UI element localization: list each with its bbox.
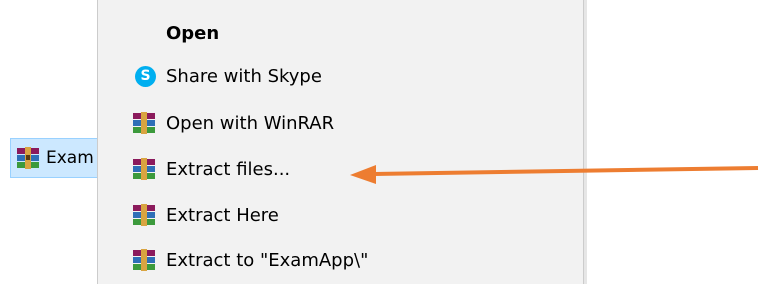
menu-item-extract-here[interactable]: Extract Here — [98, 193, 583, 237]
screenshot-stage: Exam Open S Share with Skype Open with W… — [0, 0, 760, 284]
menu-item-label: Extract files... — [166, 158, 291, 180]
menu-item-label: Open — [166, 22, 220, 44]
winrar-icon — [133, 204, 155, 226]
menu-item-share-with-skype[interactable]: S Share with Skype — [98, 54, 583, 98]
winrar-icon — [133, 112, 155, 134]
file-name: Exam — [46, 148, 94, 168]
menu-shadow-edge — [584, 0, 587, 284]
winrar-icon — [133, 158, 155, 180]
menu-item-label: Open with WinRAR — [166, 112, 335, 134]
winrar-icon — [133, 249, 155, 271]
context-menu: Open S Share with Skype Open with WinRAR — [97, 0, 584, 284]
skype-icon: S — [135, 65, 156, 87]
menu-item-label: Extract to "ExamApp\" — [166, 249, 369, 271]
menu-item-label: Extract Here — [166, 204, 279, 226]
menu-item-open[interactable]: Open — [98, 11, 583, 55]
menu-item-extract-to-folder[interactable]: Extract to "ExamApp\" — [98, 238, 583, 282]
menu-item-open-with-winrar[interactable]: Open with WinRAR — [98, 101, 583, 145]
annotation-arrow — [350, 165, 759, 184]
winrar-archive-icon — [17, 147, 39, 169]
menu-item-label: Share with Skype — [166, 65, 322, 87]
selected-file-item[interactable]: Exam — [10, 138, 105, 178]
